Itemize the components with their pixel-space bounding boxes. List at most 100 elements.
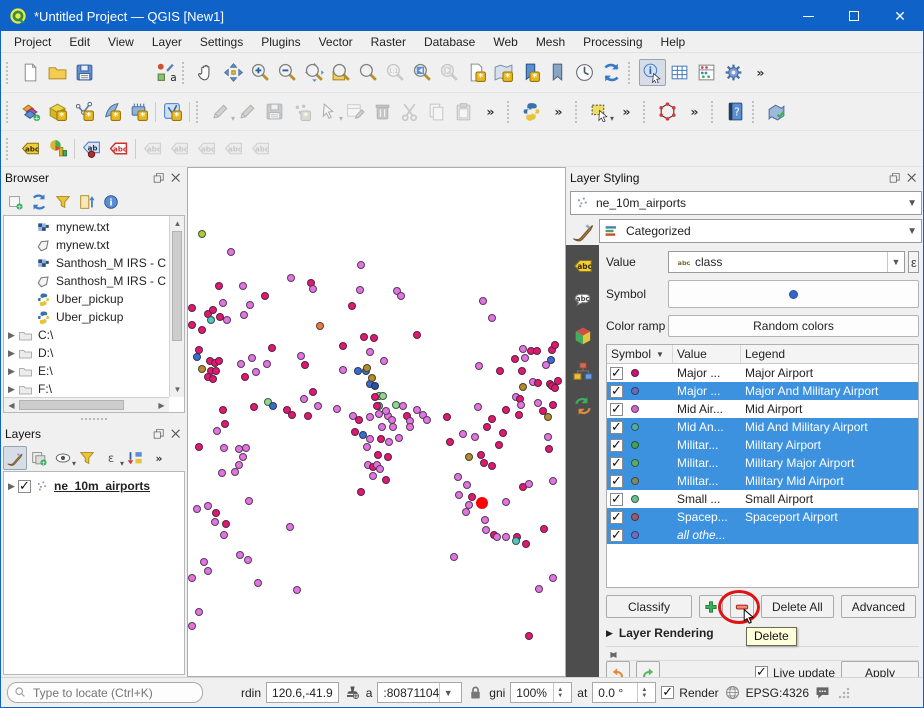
processing-toolbox-button[interactable]: [720, 59, 747, 86]
styling-layer-select[interactable]: ne_10m_airports ▼: [570, 191, 922, 215]
category-checkbox[interactable]: [610, 439, 623, 452]
browser-float-button[interactable]: [152, 171, 166, 185]
browser-item[interactable]: mynew.txt: [4, 236, 169, 254]
temporal-contro ller-button[interactable]: [571, 59, 598, 86]
column-header-legend[interactable]: Legend: [741, 345, 918, 363]
rotation-box[interactable]: 0.0 °▲▼: [592, 682, 656, 703]
expression-builder-button[interactable]: ε: [908, 251, 919, 273]
select-features-button[interactable]: ▾: [586, 98, 613, 125]
show-hide-labels-button[interactable]: abc: [105, 135, 132, 162]
resize-grip[interactable]: [838, 687, 850, 699]
zoom-last-button[interactable]: [409, 59, 436, 86]
category-checkbox[interactable]: [610, 511, 623, 524]
close-button[interactable]: ✕: [877, 1, 923, 31]
3d-view-tab-button[interactable]: [570, 323, 596, 349]
add-category-button[interactable]: [699, 595, 723, 618]
show-layout-manager-button[interactable]: [125, 59, 152, 86]
scale-box[interactable]: :80871104▼: [377, 682, 462, 703]
toolbar-handle[interactable]: [196, 101, 204, 123]
refresh-browser-button[interactable]: [27, 190, 51, 214]
menu-help[interactable]: Help: [652, 33, 695, 51]
toolbar-handle[interactable]: [6, 62, 14, 84]
new-geopackage-layer-button[interactable]: *: [44, 98, 71, 125]
category-row[interactable]: Major ...Major And Military Airport: [607, 382, 918, 400]
new-project-button[interactable]: [17, 59, 44, 86]
highlight-pinned-labels-button[interactable]: ab: [78, 135, 105, 162]
menu-processing[interactable]: Processing: [574, 33, 651, 51]
show-layer-properties-button[interactable]: i: [99, 190, 123, 214]
manage-map-themes-button[interactable]: ▾: [51, 446, 75, 470]
category-row[interactable]: Small ...Small Airport: [607, 490, 918, 508]
style-manager-button[interactable]: a: [152, 59, 179, 86]
expander-icon[interactable]: ▶: [606, 628, 613, 639]
filter-browser-button[interactable]: [51, 190, 75, 214]
expander-icon[interactable]: ▶: [4, 348, 18, 359]
undo-button[interactable]: [606, 661, 630, 677]
expander-icon[interactable]: ▶: [4, 366, 18, 377]
new-map-view-button[interactable]: *: [463, 59, 490, 86]
open-attribute-table-button[interactable]: [666, 59, 693, 86]
spinner-arrows[interactable]: ▲▼: [553, 683, 566, 702]
browser-item[interactable]: ▶C:\: [4, 326, 169, 344]
new-temporary-scratch-layer-button[interactable]: *: [125, 98, 152, 125]
category-row[interactable]: Spacep...Spaceport Airport: [607, 508, 918, 526]
category-row[interactable]: Militar...Military Major Airport: [607, 454, 918, 472]
layer-name[interactable]: ne_10m_airports: [54, 479, 150, 493]
menu-project[interactable]: Project: [5, 33, 60, 51]
category-row[interactable]: Mid An...Mid And Military Airport: [607, 418, 918, 436]
history-tab-button[interactable]: [570, 393, 596, 419]
callouts-tab-button[interactable]: abc: [570, 288, 596, 314]
extents-toggle-icon[interactable]: [344, 684, 361, 701]
category-checkbox[interactable]: [610, 457, 623, 470]
scroll-right-icon[interactable]: ▶: [606, 647, 621, 662]
toolbar-handle[interactable]: [6, 101, 14, 123]
value-field-select[interactable]: abc class ▼: [668, 251, 905, 273]
expander-icon[interactable]: ▶: [4, 330, 18, 341]
check-geometries-button[interactable]: [763, 98, 790, 125]
browser-item[interactable]: Santhosh_M IRS - C: [4, 254, 169, 272]
column-header-symbol[interactable]: Symbol▼: [607, 345, 673, 363]
diagrams-tab-button[interactable]: [570, 358, 596, 384]
topology-checker-button[interactable]: [654, 98, 681, 125]
browser-item[interactable]: ▶D:\: [4, 344, 169, 362]
filter-legend-button[interactable]: [75, 446, 99, 470]
layer-visibility-checkbox[interactable]: [18, 480, 31, 493]
dock-splitter[interactable]: [1, 415, 187, 423]
styling-float-button[interactable]: [888, 171, 902, 185]
category-checkbox[interactable]: [610, 385, 623, 398]
expand-collapse-all-button[interactable]: [123, 446, 147, 470]
styling-close-button[interactable]: [905, 171, 919, 185]
show-spatial-bookmarks-button[interactable]: [544, 59, 571, 86]
category-checkbox[interactable]: [610, 367, 623, 380]
map-canvas[interactable]: [187, 167, 566, 677]
menu-plugins[interactable]: Plugins: [252, 33, 309, 51]
toolbar-handle[interactable]: [6, 138, 14, 160]
zoom-to-selection-button[interactable]: [355, 59, 382, 86]
menu-database[interactable]: Database: [415, 33, 484, 51]
category-checkbox[interactable]: [610, 529, 623, 542]
category-row[interactable]: Militar...Military Mid Airport: [607, 472, 918, 490]
symbol-button[interactable]: [668, 280, 919, 308]
data-source-manager-button[interactable]: +: [17, 98, 44, 125]
magnifier-box[interactable]: 100%▲▼: [510, 682, 572, 703]
redo-button[interactable]: [636, 661, 660, 677]
scroll-right-icon[interactable]: ▶: [154, 398, 169, 413]
browser-vertical-scrollbar[interactable]: ▲ ▼: [169, 216, 184, 397]
menu-settings[interactable]: Settings: [191, 33, 252, 51]
open-layer-styling-panel-button[interactable]: [3, 446, 27, 470]
new-shapefile-layer-button[interactable]: *: [71, 98, 98, 125]
menu-web[interactable]: Web: [484, 33, 526, 51]
live-update-checkbox[interactable]: [755, 666, 768, 677]
category-row[interactable]: Militar...Military Airport: [607, 436, 918, 454]
panel-overflow-button[interactable]: »: [147, 446, 171, 470]
new-print-layout-button[interactable]: [98, 59, 125, 86]
statistical-summary-button[interactable]: [693, 59, 720, 86]
add-selected-layers-button[interactable]: +: [3, 190, 27, 214]
toolbar-overflow-button[interactable]: »: [613, 98, 640, 125]
toolbar-handle[interactable]: [643, 101, 651, 123]
category-checkbox[interactable]: [610, 403, 623, 416]
coordinate-box[interactable]: 120.6,-41.9: [266, 682, 339, 703]
category-row[interactable]: Major ...Major Airport: [607, 364, 918, 382]
category-checkbox[interactable]: [610, 475, 623, 488]
scrollbar-thumb[interactable]: [19, 400, 124, 410]
